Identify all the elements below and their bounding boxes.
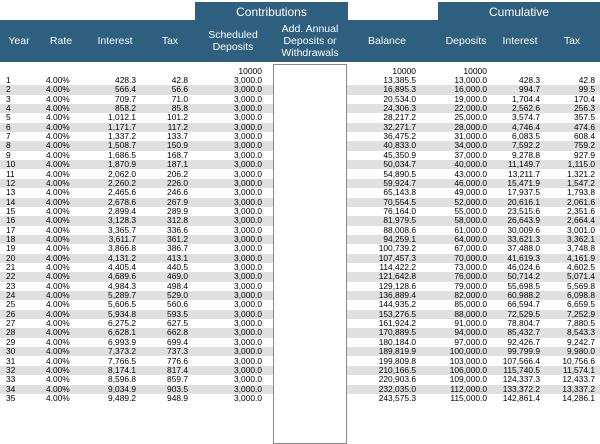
withdrawal-entry-column[interactable] — [273, 64, 347, 444]
cumulative-header: Cumulative — [438, 2, 600, 21]
tax-cell: 948.9 — [167, 392, 188, 403]
header-cum-interest: Interest — [502, 35, 538, 47]
contributions-label: Contributions — [236, 4, 307, 19]
cumulative-label: Cumulative — [488, 4, 550, 19]
initial-deposits: 10000 — [463, 66, 487, 76]
interest-cell: 9,489.2 — [108, 392, 136, 403]
header-scheduled-deposits: Scheduled Deposits — [208, 29, 258, 53]
column-header-bar: Year Rate Interest Tax Scheduled Deposit… — [0, 20, 600, 62]
cum-interest-cell: 142,861.4 — [502, 392, 540, 403]
balance-cell: 243,575.3 — [378, 392, 416, 403]
header-deposits: Deposits — [445, 35, 487, 47]
header-year: Year — [8, 35, 30, 47]
initial-balance: 10000 — [392, 66, 416, 76]
rate-cell: 4.00% — [46, 392, 70, 403]
cum-tax-cell: 14,286.1 — [562, 392, 595, 403]
header-cum-tax: Tax — [563, 35, 581, 47]
header-rate: Rate — [49, 35, 73, 47]
year-cell: 35 — [6, 392, 16, 403]
header-balance: Balance — [368, 35, 406, 47]
scheduled-cell: 3,000.0 — [234, 392, 262, 403]
deposits-cell: 115,000.0 — [450, 392, 487, 403]
header-interest: Interest — [97, 35, 133, 47]
header-tax: Tax — [161, 35, 179, 47]
initial-scheduled: 10000 — [238, 66, 262, 76]
contributions-header: Contributions — [195, 2, 348, 21]
header-add-annual: Add. Annual Deposits or Withdrawals — [281, 23, 339, 59]
